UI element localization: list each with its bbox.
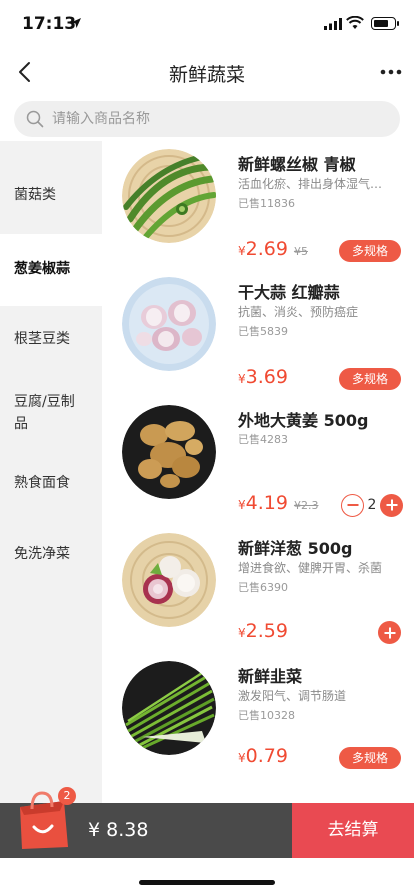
- nav-bar: 新鲜蔬菜: [0, 46, 414, 98]
- more-dots-icon[interactable]: [378, 60, 404, 84]
- status-time: 17:13: [22, 14, 77, 34]
- multi-spec-button[interactable]: 多规格: [339, 368, 401, 390]
- plus-icon[interactable]: [380, 493, 403, 517]
- battery-icon: [371, 17, 399, 30]
- sidebar-item-label: 熟食面食: [14, 475, 70, 491]
- product-desc: 活血化瘀、排出身体湿气…: [238, 177, 383, 191]
- product-name: 新鲜螺丝椒 青椒: [238, 155, 356, 174]
- product-card[interactable]: 新鲜韭菜 激发阳气、调节肠道 已售10328 ¥0.79 多规格: [102, 653, 414, 781]
- sidebar-item-tofu[interactable]: 豆腐/豆制品: [0, 391, 94, 435]
- category-sidebar: 菌菇类 葱姜椒蒜 根茎豆类 豆腐/豆制品 熟食面食 免洗净菜: [0, 141, 102, 803]
- product-card[interactable]: 新鲜洋葱 500g 增进食欲、健脾开胃、杀菌 已售6390 ¥2.59: [102, 525, 414, 653]
- product-name: 新鲜洋葱 500g: [238, 539, 353, 558]
- product-sold: 已售10328: [238, 709, 295, 722]
- search-input[interactable]: [52, 111, 372, 127]
- sidebar-item-roots-beans[interactable]: 根茎豆类: [0, 328, 102, 350]
- quantity-value: 2: [367, 497, 377, 513]
- product-sold: 已售4283: [238, 433, 288, 446]
- sidebar-item-label: 豆腐/豆制品: [14, 394, 75, 432]
- product-name: 干大蒜 红瓣蒜: [238, 283, 340, 302]
- product-price: ¥4.19 ¥2.3: [238, 492, 319, 514]
- search-icon: [26, 110, 44, 128]
- product-card[interactable]: 干大蒜 红瓣蒜 抗菌、消炎、预防癌症 已售5839 ¥3.69 多规格: [102, 269, 414, 397]
- cellular-signal-icon: [324, 18, 342, 30]
- minus-icon[interactable]: [341, 493, 364, 517]
- multi-spec-button[interactable]: 多规格: [339, 747, 401, 769]
- sidebar-item-cooked-food[interactable]: 熟食面食: [0, 472, 102, 494]
- quantity-stepper: 2: [341, 493, 403, 517]
- multi-spec-button[interactable]: 多规格: [339, 240, 401, 262]
- chives-image: [122, 661, 216, 755]
- page-title: 新鲜蔬菜: [168, 64, 245, 86]
- ginger-image: [122, 405, 216, 499]
- product-card[interactable]: 新鲜螺丝椒 青椒 活血化瘀、排出身体湿气… 已售11836 ¥2.69 ¥5 多规…: [102, 141, 414, 269]
- status-bar: 17:13: [0, 0, 414, 46]
- product-name: 新鲜韭菜: [238, 667, 303, 686]
- sidebar-item-label: 葱姜椒蒜: [14, 261, 70, 277]
- checkout-button[interactable]: 去结算: [292, 803, 414, 858]
- wifi-icon: [346, 16, 364, 29]
- product-sold: 已售11836: [238, 197, 295, 210]
- add-to-cart-plus-icon[interactable]: [378, 621, 401, 644]
- product-desc: 增进食欲、健脾开胃、杀菌: [238, 561, 383, 575]
- cart-count-badge: 2: [58, 787, 76, 805]
- sidebar-item-label: 根茎豆类: [14, 331, 70, 347]
- home-indicator: [139, 880, 275, 885]
- product-price: ¥3.69: [238, 366, 288, 388]
- product-price: ¥2.59: [238, 620, 288, 642]
- product-desc: 激发阳气、调节肠道: [238, 689, 347, 703]
- product-price: ¥2.69 ¥5: [238, 238, 308, 260]
- onion-image: [122, 533, 216, 627]
- product-sold: 已售6390: [238, 581, 288, 594]
- product-name: 外地大黄姜 500g: [238, 411, 369, 430]
- search-bar[interactable]: [14, 101, 400, 137]
- cart-bar: 2 ¥ 8.38 去结算: [0, 787, 414, 858]
- product-list: 新鲜螺丝椒 青椒 活血化瘀、排出身体湿气… 已售11836 ¥2.69 ¥5 多规…: [102, 141, 414, 803]
- sidebar-item-label: 菌菇类: [14, 187, 56, 203]
- green-peppers-image: [122, 149, 216, 243]
- product-price: ¥0.79: [238, 745, 288, 767]
- sidebar-item-label: 免洗净菜: [14, 546, 70, 562]
- garlic-image: [122, 277, 216, 371]
- product-sold: 已售5839: [238, 325, 288, 338]
- sidebar-item-mushrooms[interactable]: 菌菇类: [0, 184, 102, 206]
- product-card[interactable]: 外地大黄姜 500g 已售4283 ¥4.19 ¥2.3 2: [102, 397, 414, 525]
- sidebar-item-prewashed[interactable]: 免洗净菜: [0, 543, 102, 565]
- cart-total: ¥ 8.38: [88, 819, 149, 841]
- location-arrow-icon: [71, 18, 81, 28]
- sidebar-item-scallion-ginger[interactable]: 葱姜椒蒜: [0, 234, 102, 306]
- product-desc: 抗菌、消炎、预防癌症: [238, 305, 359, 319]
